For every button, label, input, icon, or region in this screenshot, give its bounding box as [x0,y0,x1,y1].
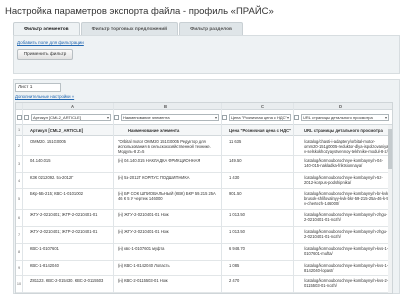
cell-article: КВС-1-0107601 [30,246,59,251]
cell-name: (н) КВС-1-8142040 Лопасть [118,263,170,268]
header-cell-d: URL страницы детального просмотра [304,128,383,133]
cell-price: 2 470 [229,278,240,283]
cell-url: /catalog/kormouborochnye-kombayny/n-kvs-… [304,263,389,274]
cell-article: КЗК 0212092. 5з-2012Г [30,175,74,180]
cell-price: 1 430 [229,175,240,180]
column-letter-c: C [261,104,265,109]
cell-article: OMM20. 151G0005 [30,139,66,144]
column-letter-d: D [339,104,343,109]
extra-settings-link[interactable]: Дополнительные настройки » [15,94,74,99]
cell-name: (н) квс-1-0107601 муфта [118,246,165,251]
cell-name: (н) ЖГУ-2-0210401-01 Нож [118,229,169,234]
column-c-checkbox[interactable] [222,115,227,120]
column-a-field-select[interactable]: Артикул [CML2_ARTICLE] [31,114,111,121]
cell-article: ЖГУ-2-0210401; ЖГР-2-0210401-01 [30,212,98,217]
table-row: 7 ЖГУ-2-0210401; ЖГР-2-0210401-01 (н) ЖГУ-… [16,227,392,244]
page-title: Настройка параметров экспорта файла - пр… [5,6,274,17]
tab-offer-filter[interactable]: Фильтр торговых предложений [80,22,179,35]
column-d-checkbox[interactable] [294,115,299,120]
table-row: 5 БКр-5Б-215; КВС-1-0101002 (н) БР СОК ШПИ… [16,189,392,210]
cell-name: (н) БР СОК ШПИОВАЛЬНЫЙ (КВК) БКР 59.215 … [118,191,216,202]
cell-name: (н) ЖГУ-2-0210401-01 Нож [118,212,169,217]
header-row: 1 Артикул [CML2_ARTICLE] Наименование эл… [16,125,392,136]
apply-filter-button[interactable]: Применить фильтр [17,49,73,60]
field-select-row: Артикул [CML2_ARTICLE] Наименование элем… [16,110,392,125]
table-row: 9 КВС-1-8142040 (н) КВС-1-8142040 Лопасть 1… [16,261,392,276]
grid-scroll-thumb[interactable] [388,129,392,169]
cell-name: (н) 04.140.015 НАКЛАДКА ФРИКЦИОННАЯ [118,158,201,163]
sheet-name-input[interactable]: Лист 1 [15,83,61,92]
cell-url: /catalog/chasti-i-adaptery/orbital-motor… [304,139,390,155]
tab-section-filter[interactable]: Фильтр разделов [179,22,243,35]
cell-article: ЖГУ-2-0210401; ЖГР-2-0210401-01 [30,229,98,234]
tab-element-filter[interactable]: Фильтр элементов [13,22,80,35]
filter-tabs: Фильтр элементов Фильтр торговых предлож… [13,22,244,35]
column-letter-a: A [71,104,75,109]
cell-article: КВС-1-8142040 [30,263,59,268]
cell-name: (н) 5з-2012Г КОРПУС ПОДШИПНИКА [118,175,190,180]
column-c-field-select[interactable]: Цена "Розничная цена с НДС" [229,114,291,121]
header-cell-a: Артикул [CML2_ARTICLE] [30,128,84,133]
table-row: 6 ЖГУ-2-0210401; ЖГР-2-0210401-01 (н) ЖГУ-… [16,210,392,227]
add-filter-field-link[interactable]: Добавить поле для фильтрации [17,40,84,45]
cell-article: 04.140.015 [30,158,51,163]
cell-price: 1 013.50 [229,212,245,217]
cell-price: 1 085 [229,263,240,268]
cell-price: 149.50 [229,158,242,163]
column-b-field-select[interactable]: Наименование элемента [121,114,219,121]
table-row: 4 КЗК 0212092. 5з-2012Г (н) 5з-2012Г КОРПУ… [16,173,392,189]
table-row: 3 04.140.015 (н) 04.140.015 НАКЛАДКА ФРИКЦ… [16,156,392,173]
table-row: 10 Z81123. КВС-2-015430. КВС-2-0115503 (н)… [16,276,392,293]
cell-url: /catalog/kormouborochnye-kombayny/n-zhgu… [304,212,388,223]
cell-name: (н) КВС-2-0115503-01 Нож [118,278,168,283]
cell-article: Z81123. КВС-2-015430. КВС-2-0115503 [30,278,104,283]
cell-price: 901.50 [229,191,242,196]
export-grid: A B C D Артикул [CML2_ARTICLE] Наименова… [15,102,393,294]
cell-url: /catalog/kormouborochnye-kombayny/n-zhgu… [304,229,388,240]
column-a-checkbox[interactable] [24,115,29,120]
header-cell-b: Наименование элемента [128,128,180,133]
cell-url: /catalog/kormouborochnye-kombayny/n-04-1… [304,158,383,169]
column-letter-b: B [164,104,168,109]
cell-article: БКр-5Б-215; КВС-1-0101002 [30,191,84,196]
header-cell-c: Цена "Розничная цена с НДС" [229,128,292,133]
cell-url: /catalog/kormouborochnye-kombayny/n-kvs-… [304,278,389,289]
column-d-field-select[interactable]: URL страницы детального просмотра [301,114,389,121]
column-letters-row: A B C D [16,103,392,110]
table-row: 8 КВС-1-0107601 (н) квс-1-0107601 муфта 6 9… [16,244,392,261]
cell-url: /catalog/kormouborochnye-kombayny/n-br-k… [304,191,390,207]
table-row: 2 OMM20. 151G0005 "Orbital motor OMM20 151… [16,137,392,156]
cell-url: /catalog/kormouborochnye-kombayny/n-5z-2… [304,175,383,186]
filter-panel: Добавить поле для фильтрации Применить ф… [13,35,400,74]
cell-price: 6 948.70 [229,246,245,251]
cell-price: 1 013.50 [229,229,245,234]
cell-price: 11 635 [229,139,242,144]
cell-name: "Orbital motor OMM20 151G0005 Редуктор д… [118,139,211,155]
cell-url: /catalog/kormouborochnye-kombayny/n-kvs-… [304,246,389,257]
column-b-checkbox[interactable] [114,115,119,120]
